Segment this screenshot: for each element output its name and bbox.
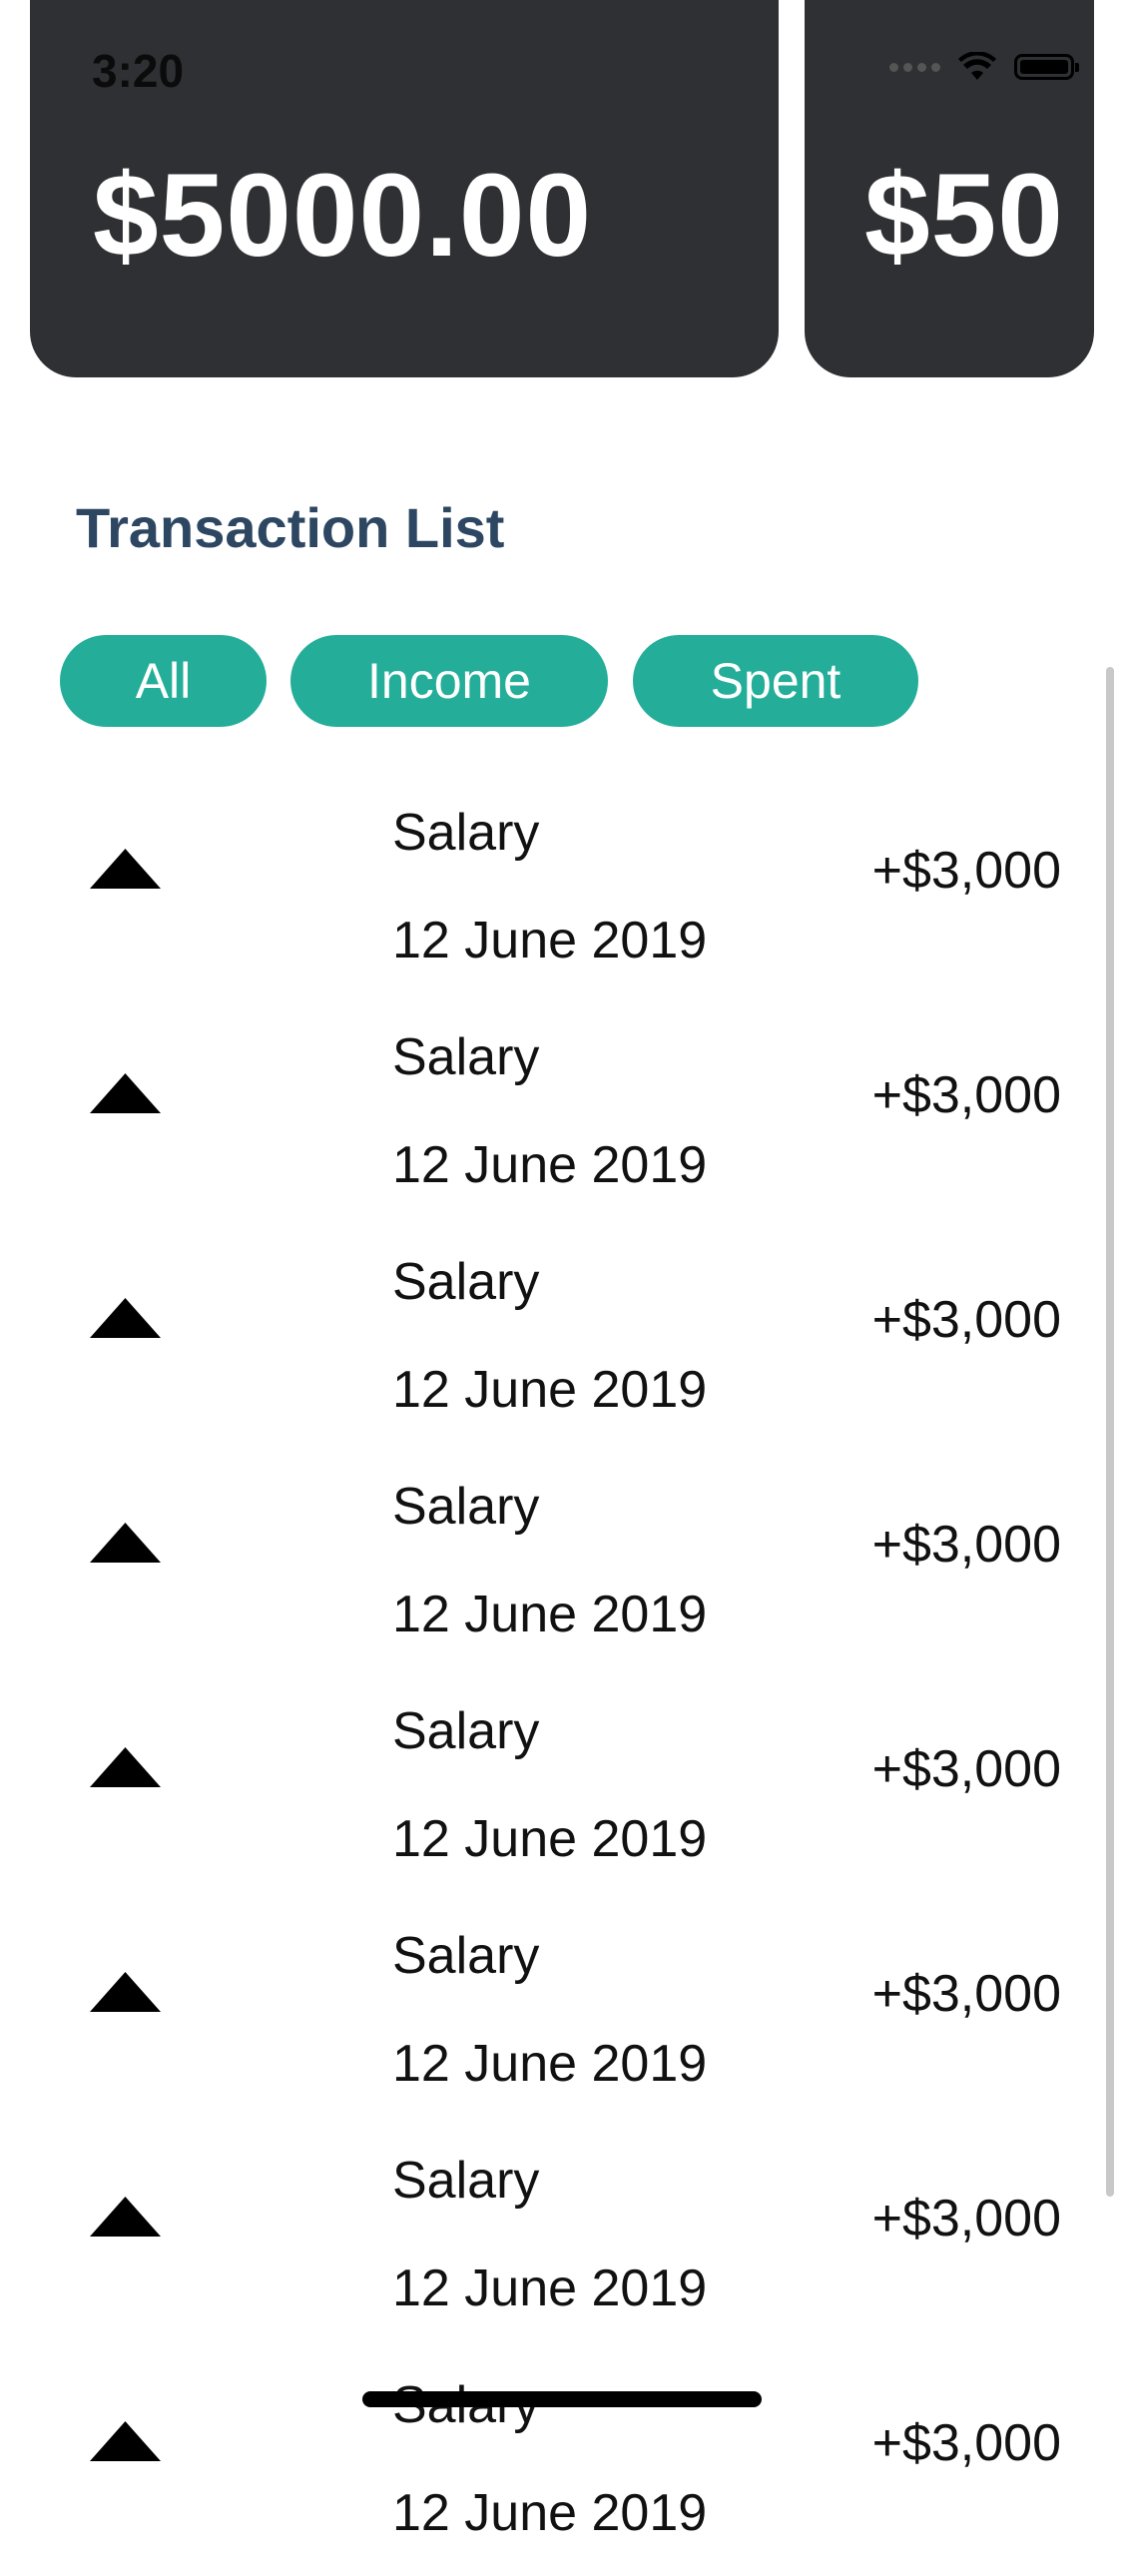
transaction-title: Salary — [392, 1028, 540, 1086]
transaction-date: 12 June 2019 — [392, 1361, 708, 1419]
scrollbar[interactable] — [1106, 667, 1114, 2197]
triangle-up-icon — [90, 1073, 161, 1113]
triangle-up-icon — [90, 1298, 161, 1338]
transaction-title: Salary — [392, 1253, 540, 1311]
triangle-up-icon — [90, 1972, 161, 2012]
transaction-date: 12 June 2019 — [392, 912, 708, 969]
transaction-row[interactable]: Salary 12 June 2019 +$3,000 — [0, 1453, 1123, 1677]
transaction-date: 12 June 2019 — [392, 2484, 708, 2542]
transaction-amount: +$3,000 — [871, 842, 1061, 900]
signal-icon — [889, 62, 940, 72]
filter-all-button[interactable]: All — [60, 635, 267, 727]
transaction-date: 12 June 2019 — [392, 1136, 708, 1194]
triangle-up-icon — [90, 1747, 161, 1787]
battery-icon — [1014, 54, 1079, 80]
transaction-date: 12 June 2019 — [392, 2259, 708, 2317]
transaction-row[interactable]: Salary 12 June 2019 +$3,000 — [0, 2351, 1123, 2576]
balance-card-next[interactable]: $50 — [805, 0, 1094, 377]
transaction-row[interactable]: Salary 12 June 2019 +$3,000 — [0, 1677, 1123, 1902]
balance-card[interactable]: 3:20 $5000.00 — [30, 0, 779, 377]
transaction-amount: +$3,000 — [871, 2190, 1061, 2248]
triangle-up-icon — [90, 2421, 161, 2461]
balance-amount: $5000.00 — [93, 150, 593, 282]
transaction-title: Salary — [392, 804, 540, 862]
transaction-row[interactable]: Salary 12 June 2019 +$3,000 — [0, 779, 1123, 1003]
transaction-amount: +$3,000 — [871, 1516, 1061, 1574]
transaction-row[interactable]: Salary 12 June 2019 +$3,000 — [0, 1003, 1123, 1228]
triangle-up-icon — [90, 2197, 161, 2237]
transaction-date: 12 June 2019 — [392, 2035, 708, 2093]
section-title: Transaction List — [76, 496, 505, 559]
transaction-date: 12 June 2019 — [392, 1586, 708, 1643]
triangle-up-icon — [90, 1523, 161, 1563]
transaction-amount: +$3,000 — [871, 2414, 1061, 2472]
transaction-row[interactable]: Salary 12 June 2019 +$3,000 — [0, 2127, 1123, 2351]
transaction-row[interactable]: Salary 12 June 2019 +$3,000 — [0, 1228, 1123, 1453]
transaction-title: Salary — [392, 1927, 540, 1985]
filter-income-button[interactable]: Income — [290, 635, 608, 727]
status-icons — [889, 52, 1079, 82]
filter-spent-button[interactable]: Spent — [633, 635, 918, 727]
balance-amount: $50 — [864, 150, 1064, 282]
transaction-title: Salary — [392, 1478, 540, 1536]
transaction-title: Salary — [392, 1702, 540, 1760]
wifi-icon — [958, 52, 996, 80]
home-indicator[interactable] — [362, 2391, 762, 2407]
transaction-amount: +$3,000 — [871, 1965, 1061, 2023]
transaction-amount: +$3,000 — [871, 1291, 1061, 1349]
status-time: 3:20 — [92, 45, 185, 97]
transaction-date: 12 June 2019 — [392, 1810, 708, 1868]
transaction-title: Salary — [392, 2152, 540, 2210]
transaction-amount: +$3,000 — [871, 1066, 1061, 1124]
transaction-row[interactable]: Salary 12 June 2019 +$3,000 — [0, 1902, 1123, 2127]
triangle-up-icon — [90, 849, 161, 889]
transaction-amount: +$3,000 — [871, 1740, 1061, 1798]
